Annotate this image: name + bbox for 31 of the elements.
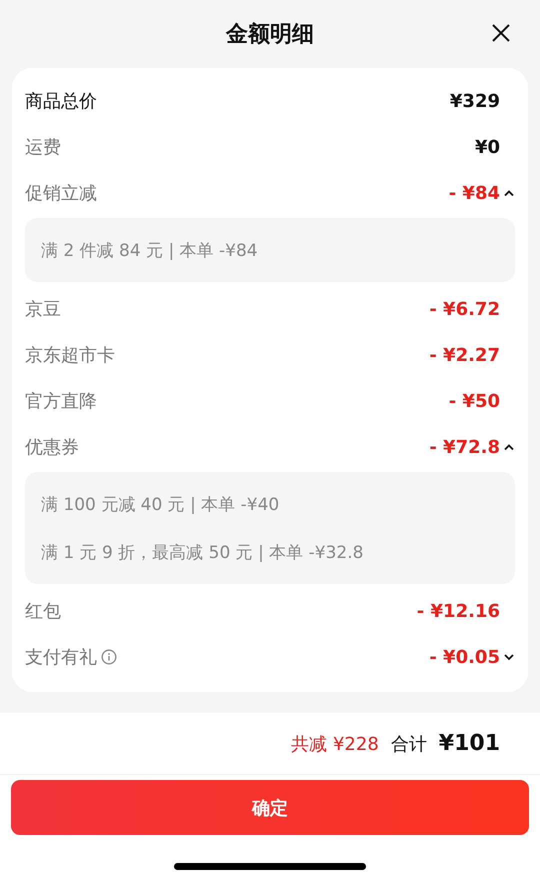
row-amount: - ¥6.72: [429, 298, 500, 320]
detail-text: 满 1 元 9 折，最高减 50 元 | 本单 -¥32.8: [41, 542, 364, 564]
row-amount: - ¥12.16: [416, 600, 500, 622]
detail-text: 满 2 件减 84 元 | 本单 -¥84: [41, 240, 258, 262]
chevron-icon[interactable]: [503, 653, 515, 661]
chevron-icon[interactable]: [503, 443, 515, 451]
row-amount: - ¥50: [448, 390, 500, 412]
row-label: 京豆: [25, 298, 61, 321]
total-amount: ¥101: [438, 731, 500, 756]
row-label: 商品总价: [25, 90, 97, 113]
row-label: 红包: [25, 600, 61, 623]
info-icon[interactable]: [101, 649, 117, 665]
row-label: 优惠券: [25, 436, 79, 459]
sheet-title: 金额明细: [226, 21, 314, 49]
row-label: 支付有礼: [25, 646, 97, 669]
row-amount: - ¥72.8: [429, 436, 500, 458]
close-icon[interactable]: [491, 23, 511, 43]
row-amount: - ¥84: [448, 182, 500, 204]
total-saved: 共减 ¥228: [291, 732, 379, 756]
chevron-icon[interactable]: [503, 189, 515, 197]
confirm-button[interactable]: 确定: [11, 780, 529, 835]
row-label: 促销立减: [25, 182, 97, 205]
row-amount: - ¥2.27: [429, 344, 500, 366]
detail-text: 满 100 元减 40 元 | 本单 -¥40: [41, 494, 280, 516]
row-label: 京东超市卡: [25, 344, 115, 367]
row-label: 官方直降: [25, 390, 97, 413]
row-amount: ¥329: [450, 90, 500, 112]
total-label: 合计: [390, 732, 427, 756]
row-label: 运费: [25, 136, 61, 159]
row-amount: - ¥0.05: [429, 646, 500, 668]
row-amount: ¥0: [474, 136, 500, 158]
